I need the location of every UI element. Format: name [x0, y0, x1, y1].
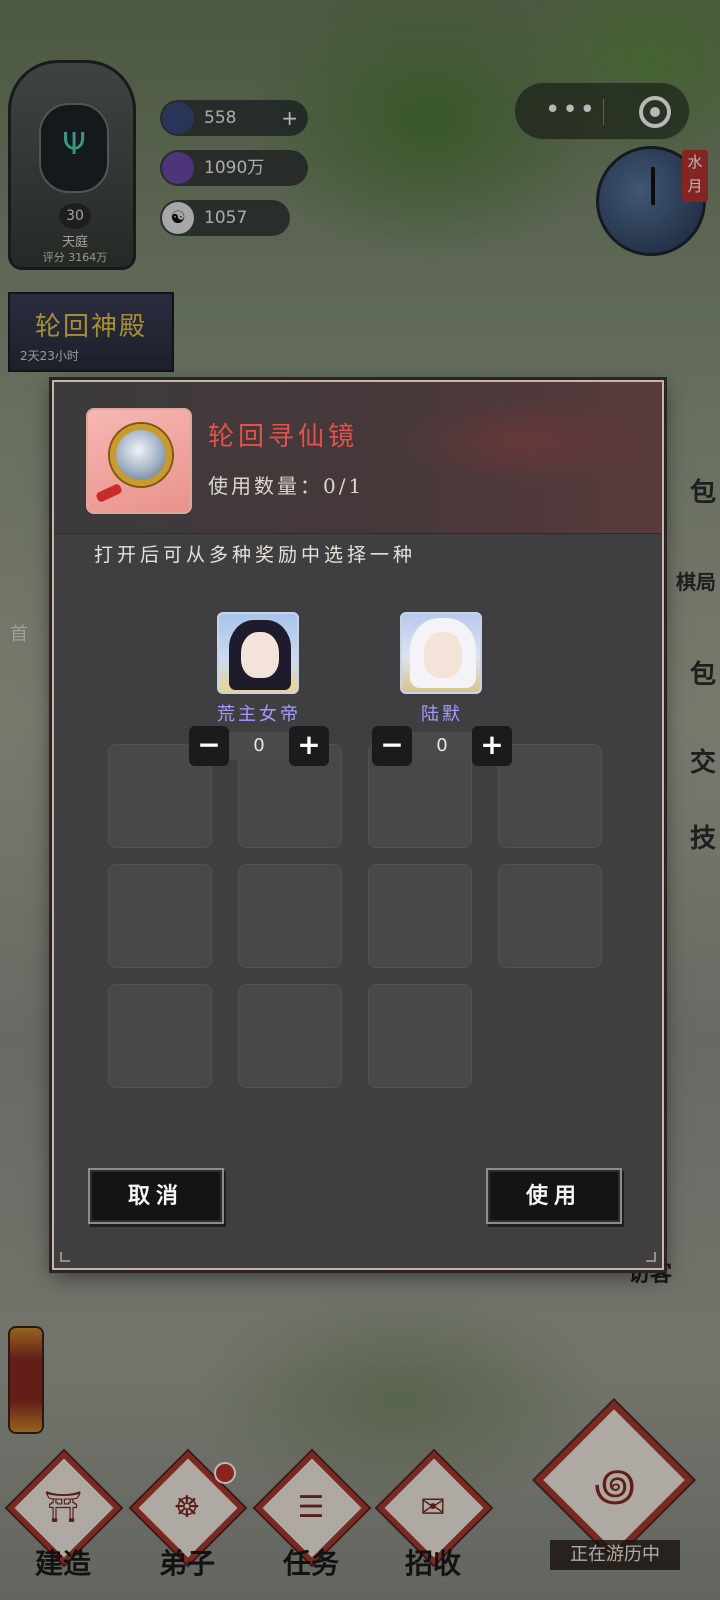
tassel-icon [95, 482, 123, 504]
option-name: 荒主女帝 [217, 704, 301, 725]
faded-item-slot [368, 984, 472, 1088]
increment-button[interactable]: + [472, 726, 512, 766]
portrait-face [241, 632, 279, 678]
option-name: 陆默 [421, 704, 463, 725]
use-count: 使用数量：0/1 [208, 474, 365, 498]
quantity-stepper: − 0 + [372, 726, 512, 766]
faded-item-slot [238, 864, 342, 968]
cancel-button[interactable]: 取消 [88, 1168, 224, 1224]
use-button[interactable]: 使用 [486, 1168, 622, 1224]
reward-option-empress[interactable]: 荒主女帝 − 0 + [189, 612, 329, 772]
faded-item-slot [108, 864, 212, 968]
decrement-button[interactable]: − [372, 726, 412, 766]
quantity-stepper: − 0 + [189, 726, 329, 766]
item-use-dialog: 轮回寻仙镜 使用数量：0/1 打开后可从多种奖励中选择一种 荒主女帝 − 0 + [52, 380, 664, 1270]
mirror-icon [110, 424, 172, 486]
decrement-button[interactable]: − [189, 726, 229, 766]
female-empress-portrait[interactable] [217, 612, 299, 694]
corner-ornament [60, 1252, 70, 1262]
faded-item-slot [498, 744, 602, 848]
faded-item-slot [108, 984, 212, 1088]
reward-selection-area: 荒主女帝 − 0 + 陆默 − 0 + [98, 594, 622, 1114]
dialog-header: 轮回寻仙镜 使用数量：0/1 [54, 382, 662, 534]
faded-item-slot [368, 864, 472, 968]
reward-option-lumo[interactable]: 陆默 − 0 + [372, 612, 512, 772]
faded-item-slot [238, 984, 342, 1088]
item-description: 打开后可从多种奖励中选择一种 [94, 544, 417, 566]
increment-button[interactable]: + [289, 726, 329, 766]
item-name: 轮回寻仙镜 [208, 422, 359, 452]
quantity-value[interactable]: 0 [412, 732, 472, 760]
white-hair-hero-portrait[interactable] [400, 612, 482, 694]
quantity-value[interactable]: 0 [229, 732, 289, 760]
faded-item-slot [498, 864, 602, 968]
corner-ornament [646, 1252, 656, 1262]
item-thumbnail [86, 408, 192, 514]
portrait-face [424, 632, 462, 678]
